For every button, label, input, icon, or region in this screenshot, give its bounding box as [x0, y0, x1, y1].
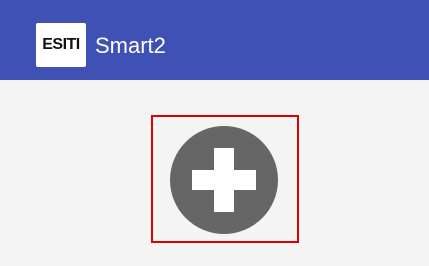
add-button[interactable] — [170, 126, 278, 234]
app-bar: ESITI Smart2 — [0, 0, 429, 80]
app-logo: ESITI — [36, 23, 86, 67]
plus-icon — [192, 148, 256, 212]
logo-text: ESITI — [42, 36, 80, 53]
app-title: Smart2 — [95, 33, 166, 58]
